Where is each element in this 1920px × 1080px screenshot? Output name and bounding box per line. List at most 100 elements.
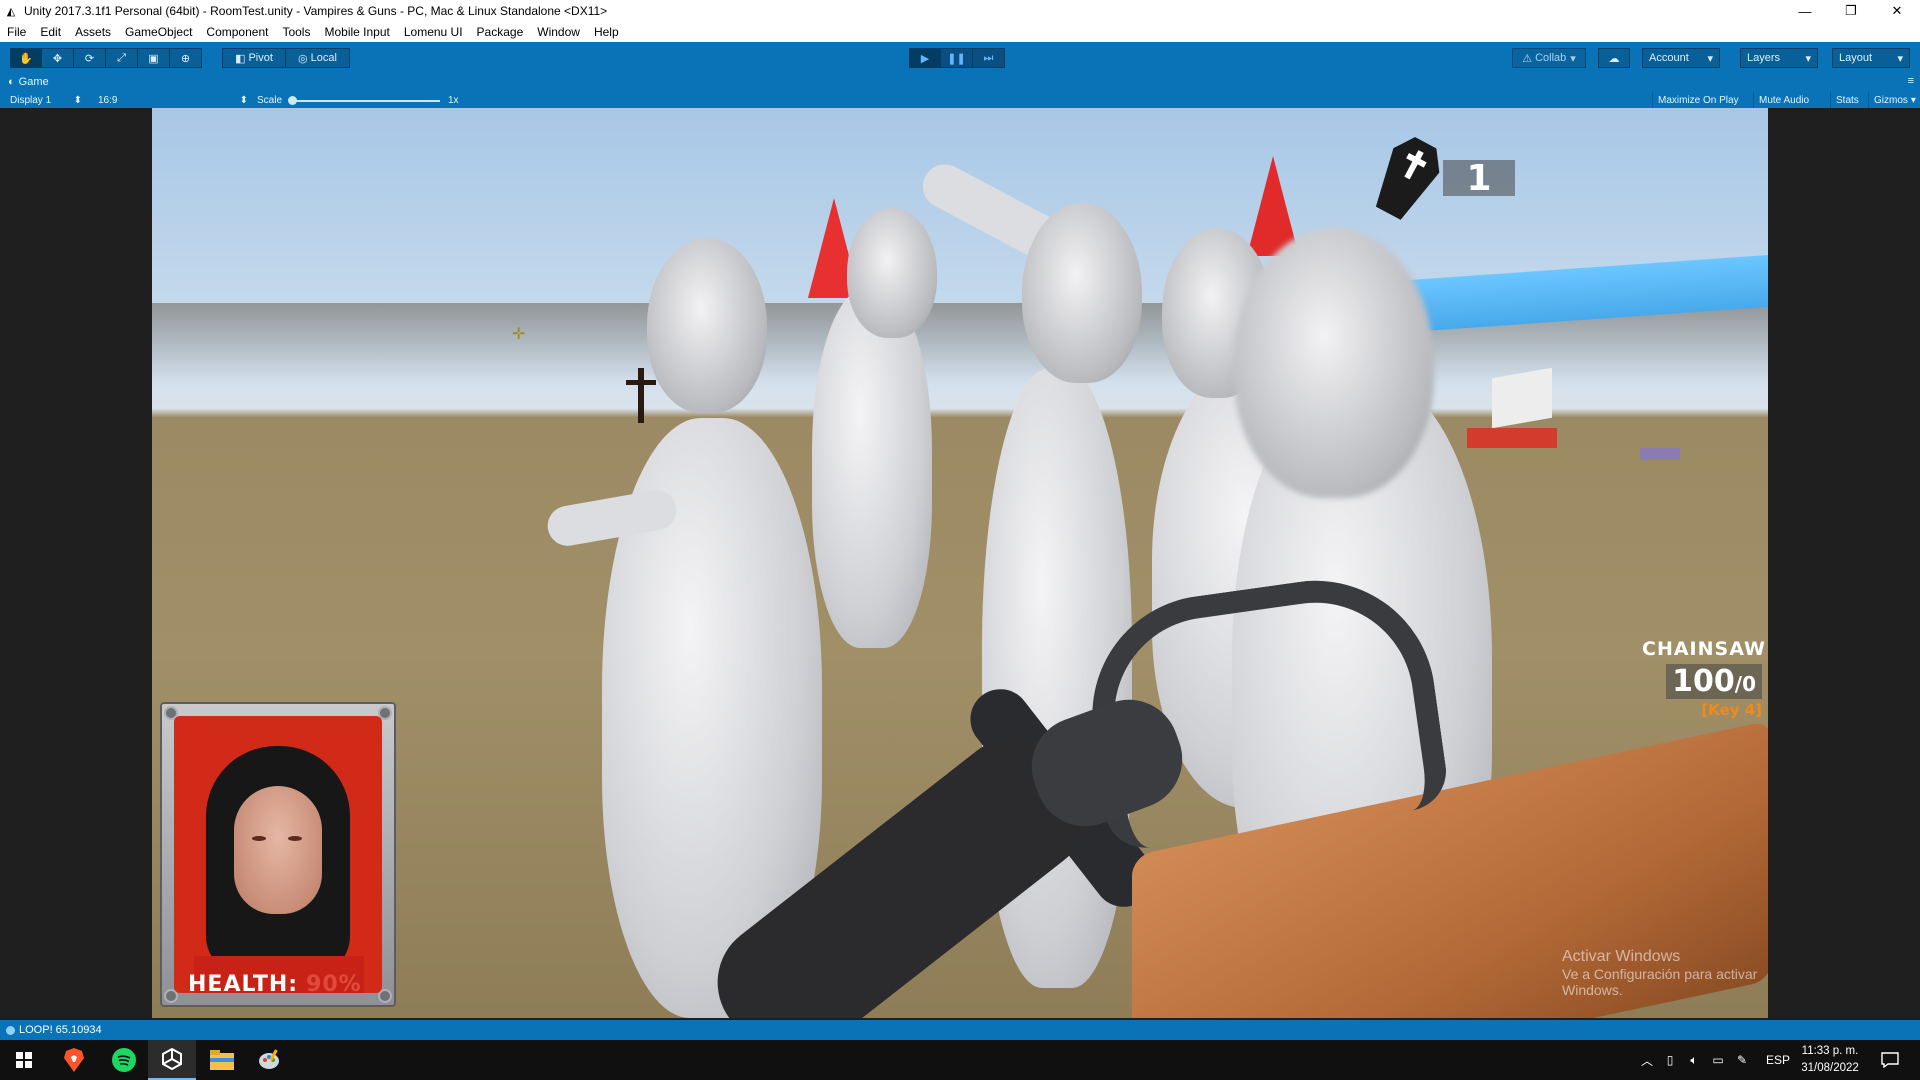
playmode-controls: ▶ ❚❚ ⏭ <box>909 48 1005 68</box>
weapon-panel: CHAINSAW 100/0 [Key 4] <box>1642 638 1767 719</box>
main-toolbar: ✋ ✥ ⟳ ⤢ ▣ ⊕ ◧ Pivot ◎ Local ▶ ❚❚ ⏭ ⚠ Collab… <box>0 42 1920 74</box>
menu-help[interactable]: Help <box>587 22 626 42</box>
transform-tool-icon[interactable]: ⊕ <box>170 48 202 68</box>
health-value: 90% <box>306 972 362 993</box>
tab-menu-icon[interactable]: ≡ <box>1908 75 1914 87</box>
ammo-total: /0 <box>1734 672 1756 696</box>
menu-window[interactable]: Window <box>530 22 587 42</box>
pen-icon[interactable]: ✎ <box>1730 1053 1754 1067</box>
move-tool-icon[interactable]: ✥ <box>42 48 74 68</box>
scale-slider-track[interactable] <box>292 100 440 102</box>
console-message: LOOP! 65.10934 <box>19 1024 102 1036</box>
menu-file[interactable]: File <box>0 22 33 42</box>
dropdown-arrow-icon: ▾ <box>1805 52 1811 65</box>
windows-taskbar: ︿ ▯ 🔈︎ ▭ ✎ ESP 11:33 p. m. 31/08/2022 <box>0 1040 1920 1080</box>
tab-game[interactable]: ◐ Game <box>8 76 49 88</box>
vampire-head <box>1234 228 1434 498</box>
game-view-toolbar: Display 1 ⬍ 16:9 ⬍ Scale 1x Maximize On Pl… <box>0 92 1920 108</box>
step-button-icon[interactable]: ⏭ <box>973 48 1005 68</box>
clock-time: 11:33 p. m. <box>1801 1045 1859 1057</box>
gizmos-dropdown[interactable]: Gizmos ▾ <box>1868 92 1920 108</box>
layout-dropdown[interactable]: Layout ▾ <box>1832 48 1910 68</box>
scale-tool-icon[interactable]: ⤢ <box>106 48 138 68</box>
weapon-name: CHAINSAW <box>1642 638 1767 660</box>
rivet <box>380 708 390 718</box>
menu-tools[interactable]: Tools <box>275 22 317 42</box>
menu-package[interactable]: Package <box>470 22 531 42</box>
windows-activation-watermark: Activar Windows Ve a Configuración para … <box>1562 948 1768 998</box>
windows-start-icon[interactable] <box>0 1040 48 1080</box>
restore-button[interactable]: ❐ <box>1828 0 1874 22</box>
close-button[interactable]: ✕ <box>1874 0 1920 22</box>
account-controls: Account ▾ <box>1642 48 1720 68</box>
scale-slider-thumb[interactable] <box>288 96 297 105</box>
menu-assets[interactable]: Assets <box>68 22 118 42</box>
language-indicator[interactable]: ESP <box>1760 1053 1796 1067</box>
vampire-enemy <box>812 288 932 648</box>
battery-icon[interactable]: ▯ <box>1658 1053 1682 1067</box>
menu-gameobject[interactable]: GameObject <box>118 22 199 42</box>
window-title: Unity 2017.3.1f1 Personal (64bit) - Room… <box>24 4 608 18</box>
game-viewport[interactable]: ✛ 1 HEALTH: 90% CHAINSAW 100/0 [Key 4] A… <box>152 108 1768 1018</box>
taskbar-clock[interactable]: 11:33 p. m. 31/08/2022 <box>1795 1043 1865 1077</box>
menu-lomenu-ui[interactable]: Lomenu UI <box>397 22 470 42</box>
kill-counter: 1 <box>1375 137 1515 220</box>
collab-button[interactable]: ⚠ Collab ▾ <box>1512 48 1586 68</box>
ammo-counter: 100/0 <box>1666 664 1762 699</box>
portrait-eye <box>288 836 302 841</box>
cloud-icon[interactable]: ☁ <box>1598 48 1630 68</box>
dropdown-arrow-icon: ▾ <box>1897 52 1903 65</box>
volume-icon[interactable]: 🔈︎ <box>1682 1053 1706 1068</box>
vampire-head <box>1022 203 1142 383</box>
play-button-icon[interactable]: ▶ <box>909 48 941 68</box>
menu-component[interactable]: Component <box>199 22 275 42</box>
portrait-face <box>234 786 322 914</box>
status-bar[interactable]: LOOP! 65.10934 <box>0 1020 1920 1040</box>
white-crate <box>1492 367 1552 429</box>
notifications-icon[interactable] <box>1866 1040 1914 1080</box>
crosshair-icon: ✛ <box>512 326 526 343</box>
grave-cross <box>638 368 644 423</box>
game-tab-bar: ◐ Game ≡ <box>0 74 1920 92</box>
maximize-on-play-toggle[interactable]: Maximize On Play <box>1652 92 1744 108</box>
coffin-icon <box>1375 137 1440 220</box>
rotate-tool-icon[interactable]: ⟳ <box>74 48 106 68</box>
weapon-key-hint: [Key 4] <box>1701 701 1762 719</box>
hand-tool-icon[interactable]: ✋ <box>10 48 42 68</box>
pivot-button[interactable]: ◧ Pivot <box>222 48 286 68</box>
kill-count: 1 <box>1443 158 1515 199</box>
stats-toggle[interactable]: Stats <box>1830 92 1864 108</box>
cloud-controls: ☁ <box>1598 48 1630 68</box>
vampire-head <box>647 238 767 413</box>
aspect-dropdown[interactable]: 16:9 ⬍ <box>98 94 248 106</box>
unity-taskbar-icon[interactable] <box>148 1040 196 1080</box>
menu-edit[interactable]: Edit <box>33 22 68 42</box>
layers-dropdown[interactable]: Layers ▾ <box>1740 48 1818 68</box>
dropdown-arrow-icon: ⬍ <box>239 94 248 106</box>
rivet <box>166 991 176 1001</box>
menu-mobile-input[interactable]: Mobile Input <box>317 22 396 42</box>
network-icon[interactable]: ▭ <box>1706 1053 1730 1067</box>
dropdown-arrow-icon: ⬍ <box>73 94 82 106</box>
watermark-subtitle: Ve a Configuración para activar Windows. <box>1562 966 1758 998</box>
minimize-button[interactable]: — <box>1782 0 1828 22</box>
display-dropdown[interactable]: Display 1 ⬍ <box>10 94 82 106</box>
game-controller-icon: ◐ <box>8 76 15 88</box>
paint-app-icon[interactable] <box>246 1040 294 1080</box>
chevron-up-icon[interactable]: ︿ <box>1636 1052 1658 1069</box>
rect-tool-icon[interactable]: ▣ <box>138 48 170 68</box>
account-dropdown[interactable]: Account ▾ <box>1642 48 1720 68</box>
player-portrait: HEALTH: 90% <box>174 716 382 993</box>
spotify-icon[interactable] <box>100 1040 148 1080</box>
brave-browser-icon[interactable] <box>50 1040 98 1080</box>
scale-value: 1x <box>448 94 459 106</box>
warning-icon: ⚠ <box>1522 52 1533 65</box>
health-label: HEALTH: <box>188 972 299 993</box>
health-panel: HEALTH: 90% <box>160 702 396 1007</box>
menu-bar: File Edit Assets GameObject Component To… <box>0 22 1920 42</box>
file-explorer-icon[interactable] <box>198 1040 246 1080</box>
pivot-controls: ◧ Pivot ◎ Local <box>222 48 350 68</box>
mute-audio-toggle[interactable]: Mute Audio <box>1753 92 1814 108</box>
local-button[interactable]: ◎ Local <box>286 48 350 68</box>
pause-button-icon[interactable]: ❚❚ <box>941 48 973 68</box>
